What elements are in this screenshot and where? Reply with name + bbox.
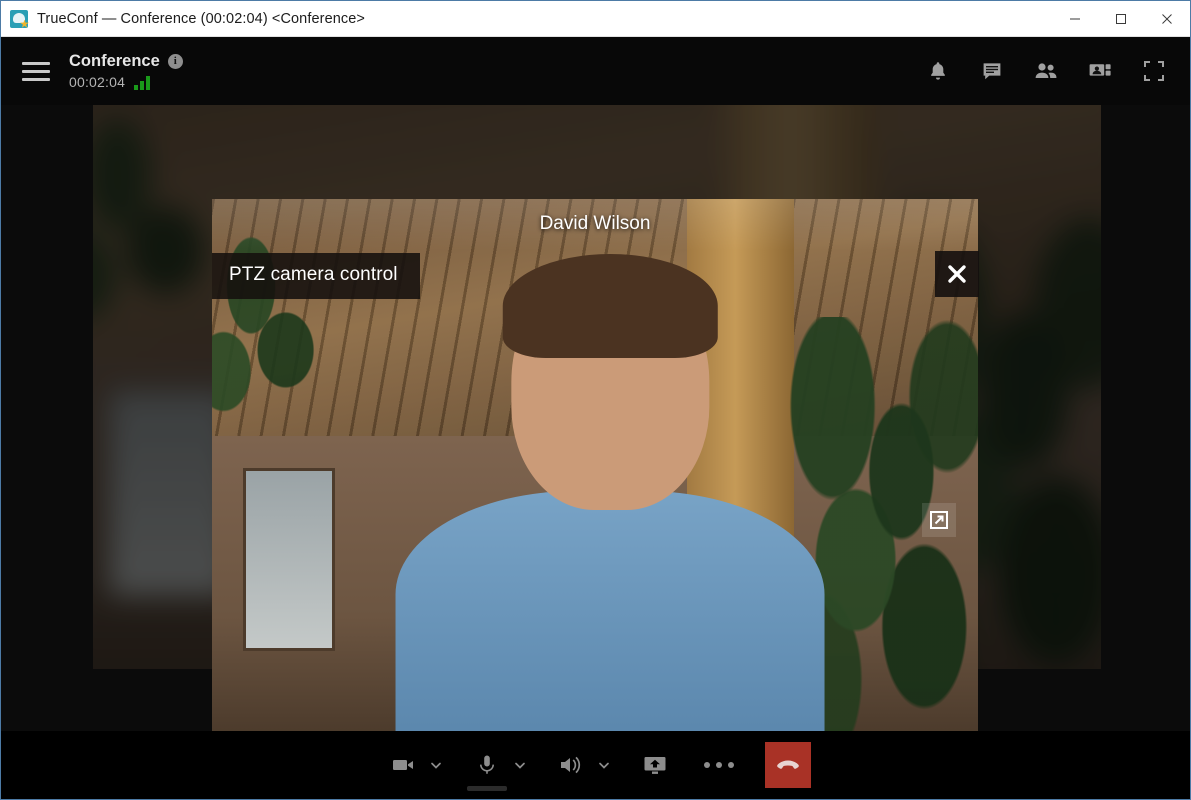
hamburger-menu-icon[interactable]	[19, 54, 53, 88]
app-header: Conference i 00:02:04	[1, 37, 1190, 105]
camera-control-group	[381, 743, 447, 787]
speaker-menu-chevron-down-icon[interactable]	[593, 743, 615, 787]
page-title: Conference	[69, 52, 160, 70]
app-window: TrueConf — Conference (00:02:04) <Confer…	[0, 0, 1191, 800]
speaker-icon[interactable]	[549, 743, 593, 787]
hangup-button[interactable]	[764, 742, 811, 788]
ptz-close-button[interactable]	[935, 251, 979, 297]
call-toolbar	[1, 731, 1190, 799]
conference-title-row: Conference i	[69, 52, 183, 71]
window-title: TrueConf — Conference (00:02:04) <Confer…	[37, 10, 365, 27]
maximize-icon[interactable]	[1098, 1, 1144, 36]
fullscreen-icon[interactable]	[1140, 57, 1168, 85]
more-options-icon[interactable]	[695, 743, 743, 787]
ptz-panel-title: PTZ camera control	[212, 253, 420, 299]
microphone-icon[interactable]	[465, 743, 509, 791]
camera-icon[interactable]	[381, 743, 425, 787]
info-icon[interactable]: i	[167, 54, 183, 69]
close-icon[interactable]	[1144, 1, 1190, 36]
chat-bubble-icon[interactable]	[978, 57, 1006, 85]
participant-name-label: David Wilson	[539, 213, 651, 234]
expand-video-icon[interactable]	[922, 503, 956, 537]
conference-info-block: Conference i 00:02:04	[69, 52, 183, 90]
screen-share-icon[interactable]	[633, 743, 677, 787]
microphone-menu-chevron-down-icon[interactable]	[509, 743, 531, 787]
signal-strength-icon	[134, 76, 151, 90]
minimize-icon[interactable]	[1052, 1, 1098, 36]
notifications-bell-icon[interactable]	[924, 57, 952, 85]
conference-time-row: 00:02:04	[69, 74, 183, 90]
participants-icon[interactable]	[1032, 57, 1060, 85]
microphone-control-group	[465, 743, 531, 791]
elapsed-time: 00:02:04	[69, 74, 126, 90]
window-titlebar: TrueConf — Conference (00:02:04) <Confer…	[1, 1, 1190, 37]
header-icon-group	[924, 57, 1168, 85]
video-stage: David Wilson PTZ camera control + −	[1, 105, 1190, 731]
speaker-control-group	[549, 743, 615, 787]
trueconf-logo-icon	[10, 9, 29, 28]
camera-menu-chevron-down-icon[interactable]	[425, 743, 447, 787]
layout-slideshow-icon[interactable]	[1086, 57, 1114, 85]
microphone-level-indicator	[466, 786, 507, 791]
